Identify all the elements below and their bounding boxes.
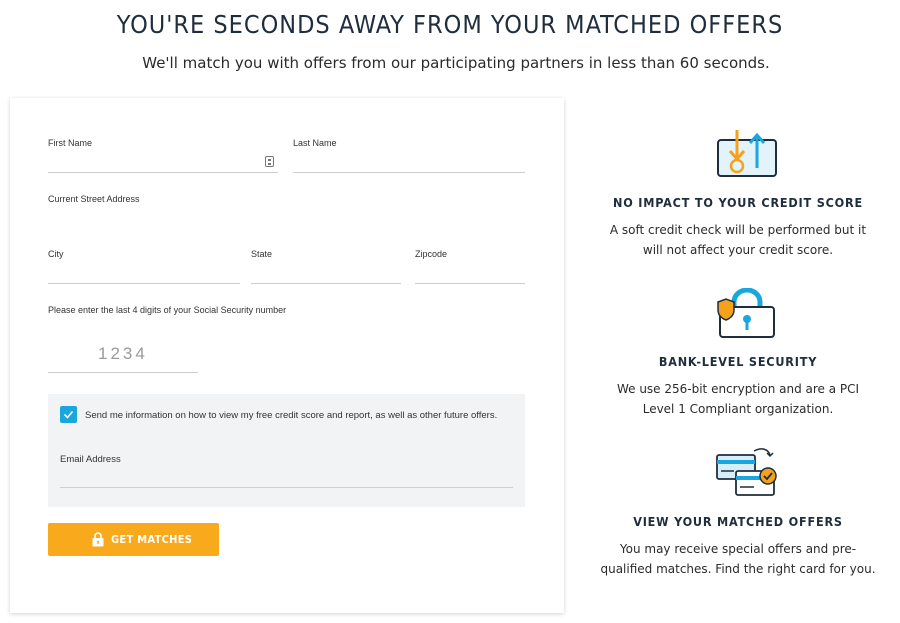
zipcode-input[interactable] [415, 283, 525, 284]
padlock-shield-icon [717, 288, 775, 338]
credit-cards-check-icon [716, 448, 777, 496]
state-select[interactable] [251, 283, 401, 284]
credit-check-icon [717, 130, 777, 177]
autofill-contact-icon[interactable] [265, 156, 274, 167]
state-label: State [251, 249, 273, 259]
last-name-label: Last Name [293, 138, 337, 148]
feature-text: You may receive special offers and pre-q… [600, 542, 876, 576]
feature-text: A soft credit check will be performed bu… [609, 223, 867, 257]
street-address-label: Current Street Address [48, 194, 140, 204]
feature-no-impact: NO IMPACT TO YOUR CREDIT SCORE A soft cr… [576, 128, 900, 268]
get-matches-label: GET MATCHES [111, 533, 193, 546]
consent-checkbox[interactable] [60, 406, 77, 423]
consent-text: Send me information on how to view my fr… [85, 410, 498, 421]
first-name-input[interactable] [48, 172, 278, 173]
street-address-input[interactable] [48, 206, 525, 228]
checkmark-icon [63, 410, 74, 419]
feature-title: BANK-LEVEL SECURITY [658, 354, 818, 369]
ssn-input[interactable] [48, 372, 198, 373]
email-input[interactable] [60, 487, 513, 488]
offer-form-card: First Name Last Name Current Street Addr… [10, 98, 564, 613]
first-name-label: First Name [48, 138, 93, 148]
consent-panel: Send me information on how to view my fr… [48, 394, 525, 507]
email-label: Email Address [60, 454, 121, 465]
zipcode-label: Zipcode [415, 249, 448, 259]
feature-text: We use 256-bit encryption and are a PCI … [616, 382, 860, 416]
feature-title: NO IMPACT TO YOUR CREDIT SCORE [613, 195, 863, 210]
ssn-prompt: Please enter the last 4 digits of your S… [48, 305, 287, 315]
page-subtitle: We'll match you with offers from our par… [142, 54, 770, 72]
lock-icon [92, 532, 104, 547]
last-name-input[interactable] [293, 172, 525, 173]
page-title: YOU'RE SECONDS AWAY FROM YOUR MATCHED OF… [116, 10, 784, 39]
get-matches-button[interactable]: GET MATCHES [48, 523, 219, 556]
ssn-input-placeholder[interactable]: 1234 [98, 344, 148, 364]
feature-security: BANK-LEVEL SECURITY We use 256-bit encry… [576, 288, 900, 428]
city-input[interactable] [48, 283, 240, 284]
city-label: City [48, 249, 64, 259]
feature-matched-offers: VIEW YOUR MATCHED OFFERS You may receive… [576, 446, 900, 586]
feature-title: VIEW YOUR MATCHED OFFERS [633, 514, 843, 529]
